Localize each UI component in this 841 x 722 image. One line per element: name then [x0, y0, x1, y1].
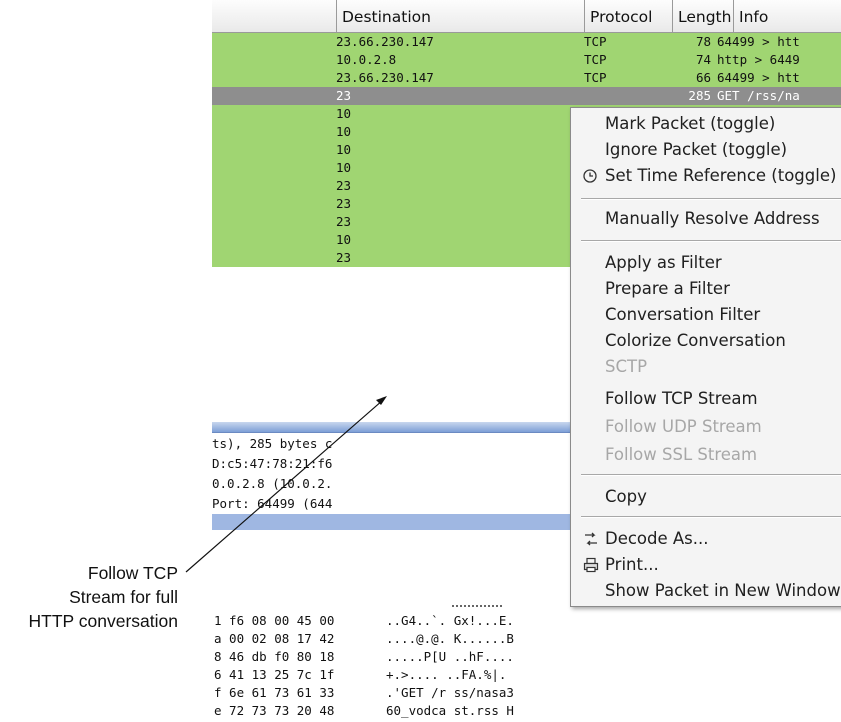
- callout-line: Stream for full: [69, 587, 178, 607]
- annotation-callout: Follow TCP Stream for full HTTP conversa…: [0, 561, 178, 633]
- callout-line: HTTP conversation: [28, 611, 178, 631]
- callout-line: Follow TCP: [87, 563, 178, 583]
